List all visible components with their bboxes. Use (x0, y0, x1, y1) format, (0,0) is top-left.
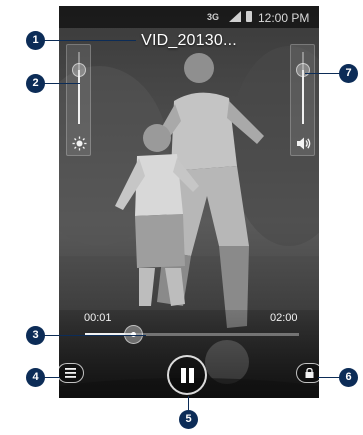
pause-icon-bar (189, 368, 194, 383)
volume-fill (302, 70, 304, 124)
callout-6: 6 (339, 368, 358, 387)
brightness-knob[interactable] (72, 63, 86, 77)
callout-line-6 (318, 377, 340, 378)
pause-button[interactable] (167, 355, 207, 395)
callout-2: 2 (26, 74, 45, 93)
lock-icon (305, 368, 314, 378)
menu-button[interactable] (59, 363, 84, 383)
callout-line-3 (36, 335, 146, 336)
status-time: 12:00 PM (258, 11, 310, 25)
lock-button[interactable] (296, 363, 319, 383)
video-title: VID_20130... (141, 32, 237, 49)
callout-line-1 (36, 40, 136, 41)
signal-icon (229, 11, 241, 22)
callout-4: 4 (26, 368, 45, 387)
callout-7: 7 (339, 64, 358, 83)
brightness-sun-icon (72, 136, 87, 151)
volume-knob[interactable] (296, 63, 310, 77)
speaker-volume-icon (297, 137, 311, 150)
brightness-slider[interactable] (66, 44, 91, 156)
callout-line-7 (305, 73, 341, 74)
callout-5: 5 (179, 410, 198, 429)
status-bar: 3G 12:00 PM (59, 6, 319, 28)
battery-icon (246, 11, 252, 22)
pause-icon (181, 368, 186, 383)
callout-1: 1 (26, 31, 45, 50)
brightness-fill (78, 70, 80, 124)
total-time: 02:00 (270, 312, 298, 324)
video-player: 3G 12:00 PM VID_20130... 00:01 02:00 (59, 6, 319, 398)
menu-list-icon (65, 368, 76, 378)
volume-slider[interactable] (290, 44, 315, 156)
callout-line-5 (188, 396, 189, 410)
callout-3: 3 (26, 326, 45, 345)
network-type: 3G (207, 12, 220, 22)
elapsed-time: 00:01 (84, 312, 112, 324)
